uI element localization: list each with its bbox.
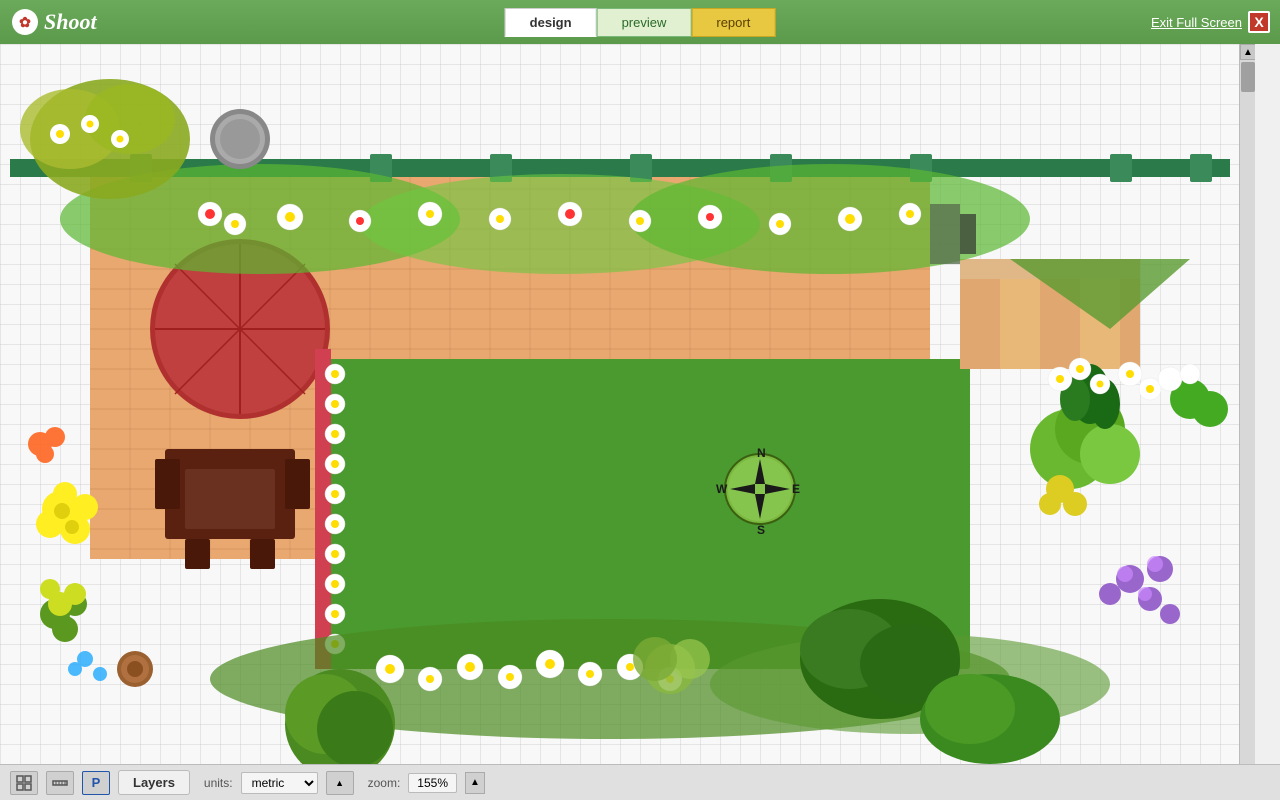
- exit-area: Exit Full Screen X: [1151, 11, 1270, 33]
- app-title: Shoot: [44, 9, 97, 35]
- layers-button[interactable]: Layers: [118, 770, 190, 795]
- tab-preview[interactable]: preview: [597, 8, 692, 37]
- p-button[interactable]: P: [82, 771, 110, 795]
- svg-text:S: S: [757, 523, 765, 537]
- units-label: units:: [204, 776, 233, 790]
- logo-area: ✿ Shoot: [0, 9, 97, 35]
- canvas-area[interactable]: N S E W: [0, 44, 1255, 784]
- svg-text:N: N: [757, 446, 766, 460]
- units-select[interactable]: metric imperial: [241, 772, 318, 794]
- svg-text:E: E: [792, 482, 800, 496]
- zoom-value: 155%: [408, 773, 457, 793]
- ruler-button[interactable]: [46, 771, 74, 795]
- scrollbar-right[interactable]: ▲: [1239, 44, 1255, 784]
- tab-bar: design preview report: [505, 8, 776, 37]
- scroll-up-button[interactable]: ▲: [1240, 44, 1255, 60]
- main-content: N S E W: [0, 44, 1280, 800]
- svg-text:W: W: [716, 482, 728, 496]
- close-button[interactable]: X: [1248, 11, 1270, 33]
- units-up-button[interactable]: ▲: [326, 771, 354, 795]
- garden-design: N S E W: [10, 54, 1230, 764]
- tab-report[interactable]: report: [691, 8, 775, 37]
- scroll-right-thumb[interactable]: [1241, 62, 1255, 92]
- tab-design[interactable]: design: [505, 8, 597, 37]
- status-bar: P Layers units: metric imperial ▲ zoom: …: [0, 764, 1280, 800]
- header: ✿ Shoot design preview report Exit Full …: [0, 0, 1280, 44]
- exit-fullscreen-button[interactable]: Exit Full Screen: [1151, 15, 1242, 30]
- logo-icon: ✿: [12, 9, 38, 35]
- zoom-up-button[interactable]: ▲: [465, 772, 485, 794]
- grid-view-button[interactable]: [10, 771, 38, 795]
- zoom-label: zoom:: [368, 776, 401, 790]
